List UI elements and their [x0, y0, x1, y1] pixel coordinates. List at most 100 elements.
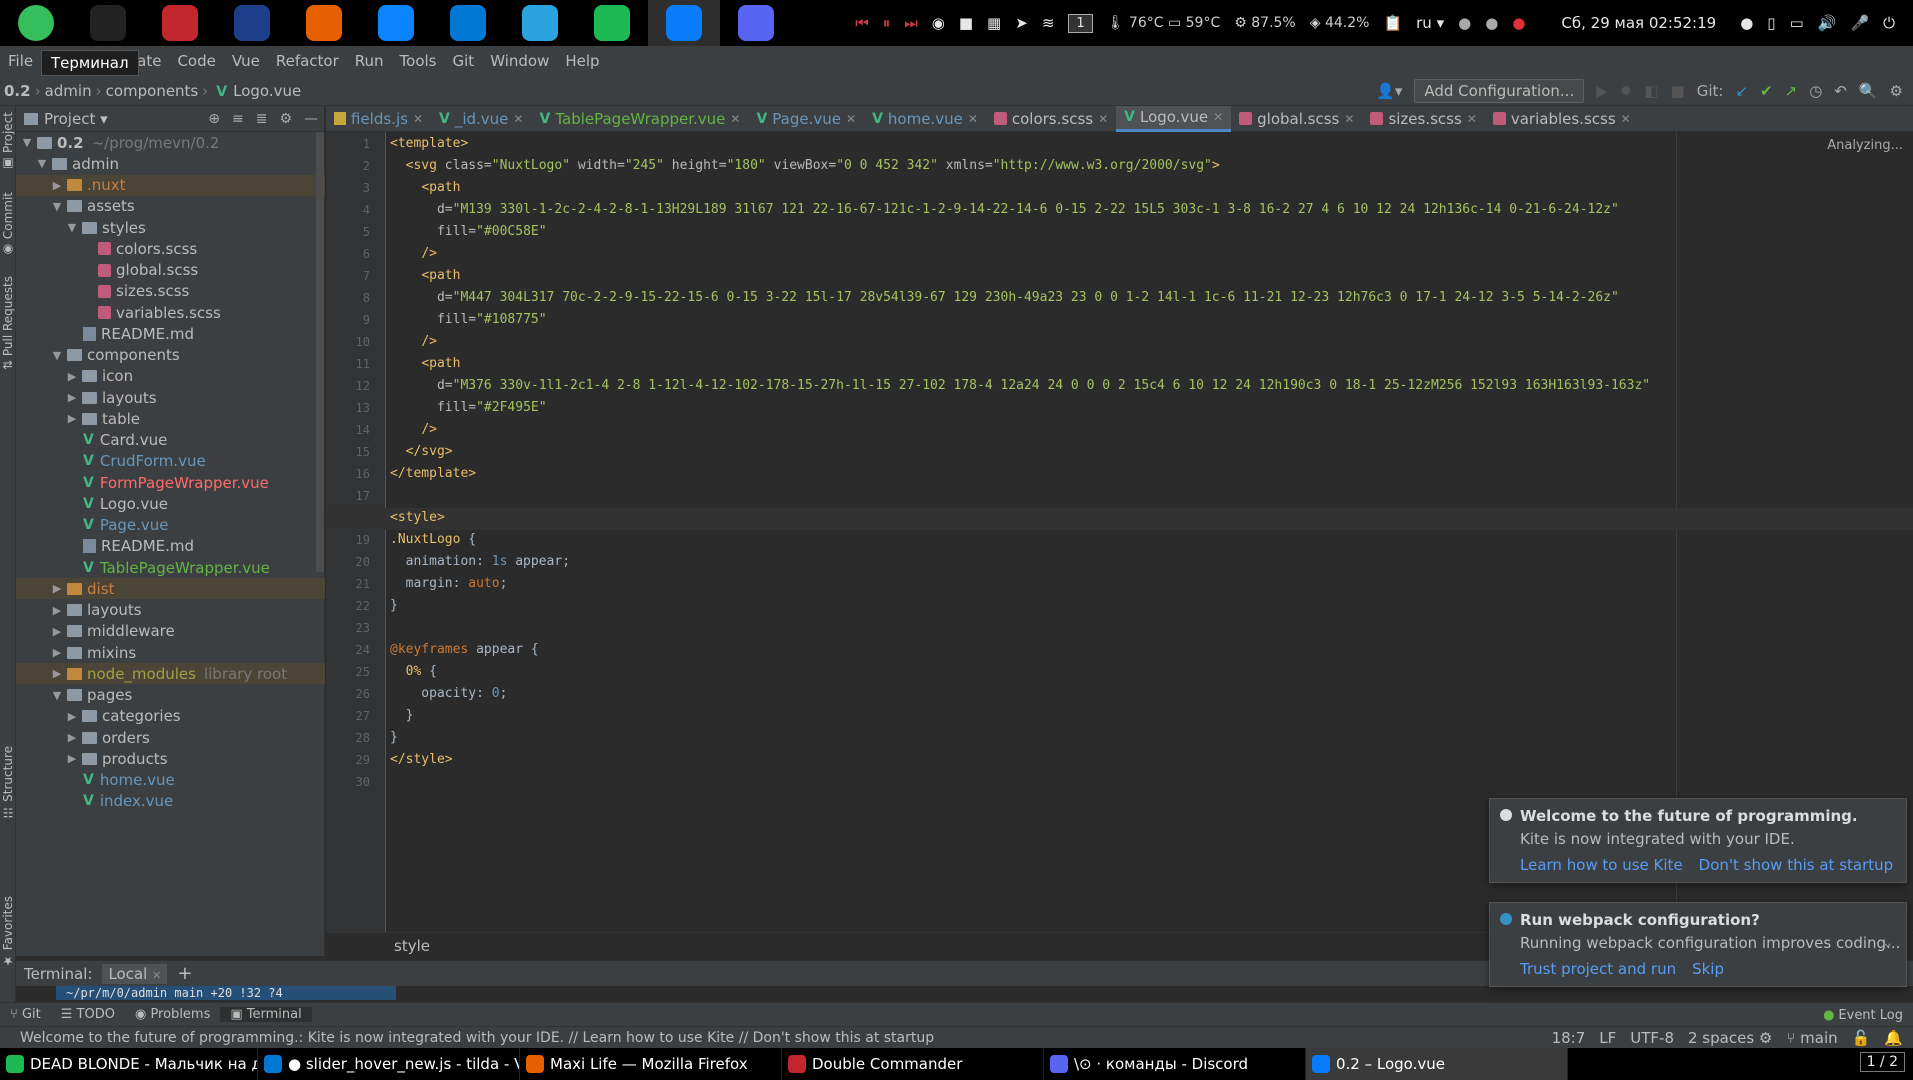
tree-file[interactable]: V FormPageWrapper.vue	[16, 472, 325, 493]
code-line[interactable]: fill="#2F495E"	[390, 400, 547, 415]
git-branch[interactable]: ⑂ main	[1786, 1029, 1837, 1047]
tree-folder[interactable]: ▼ 0.2 ~/prog/mevn/0.2	[16, 132, 325, 153]
telegram-tray-icon[interactable]: ➤	[1015, 14, 1028, 32]
close-icon[interactable]: ✕	[1098, 112, 1108, 126]
menu-vue[interactable]: Vue	[224, 52, 268, 70]
media-prev-icon[interactable]: ⏮	[855, 14, 869, 32]
code-line[interactable]: </template>	[390, 466, 476, 481]
tree-file[interactable]: V Page.vue	[16, 515, 325, 536]
breadcrumb-components[interactable]: components	[102, 82, 203, 100]
chevron-right-icon[interactable]: ▶	[50, 179, 64, 192]
launcher-discord[interactable]	[720, 0, 792, 46]
code-line[interactable]: }	[390, 708, 414, 723]
code-line[interactable]: d="M376 330v-1l1-2c1-4 2-8 1-12l-4-12-10…	[390, 378, 1650, 393]
tree-folder[interactable]: ▶ layouts	[16, 600, 325, 621]
close-icon[interactable]: ✕	[413, 112, 423, 126]
tree-folder[interactable]: ▶ middleware	[16, 621, 325, 642]
chevron-down-icon[interactable]: ⌄	[1881, 933, 1894, 951]
tree-file[interactable]: README.md	[16, 536, 325, 557]
tree-folder[interactable]: ▼ components	[16, 345, 325, 366]
tree-file[interactable]: V TablePageWrapper.vue	[16, 557, 325, 578]
tree-folder[interactable]: ▶ node_modules library root	[16, 663, 325, 685]
close-icon[interactable]: ✕	[1467, 112, 1477, 126]
chevron-down-icon[interactable]: ▼	[35, 157, 49, 170]
workspace-indicator[interactable]: 1	[1068, 13, 1093, 33]
chevron-right-icon[interactable]: ▶	[50, 604, 64, 617]
chevron-down-icon[interactable]: ▼	[50, 689, 64, 702]
tray-app-icon[interactable]: ▦	[987, 14, 1001, 32]
tool-tab-terminal[interactable]: ▣ Terminal	[220, 1007, 312, 1022]
minimize-window-icon[interactable]: ●	[1458, 14, 1471, 32]
locate-icon[interactable]: ⊕	[208, 111, 220, 127]
notification-action-link[interactable]: Don't show this at startup	[1699, 856, 1894, 874]
menu-code[interactable]: Code	[169, 52, 223, 70]
tool-tab-problems[interactable]: ◉ Problems	[125, 1007, 220, 1022]
rollback-icon[interactable]: ↶	[1834, 82, 1847, 100]
line-separator[interactable]: LF	[1599, 1029, 1616, 1047]
menu-file[interactable]: File	[0, 52, 41, 70]
taskbar-item[interactable]: \⊙ · команды - Discord	[1044, 1048, 1306, 1080]
tree-folder[interactable]: ▼ admin	[16, 153, 325, 174]
code-line[interactable]: <path	[390, 356, 460, 371]
tree-file[interactable]: variables.scss	[16, 302, 325, 323]
chevron-right-icon[interactable]: ▶	[65, 412, 79, 425]
datetime[interactable]: Сб, 29 мая 02:52:19	[1561, 14, 1716, 32]
notification-action-link[interactable]: Trust project and run	[1520, 960, 1676, 978]
chevron-right-icon[interactable]: ▶	[65, 391, 79, 404]
menu-git[interactable]: Git	[445, 52, 483, 70]
tree-folder[interactable]: ▶ dist	[16, 578, 325, 600]
chevron-right-icon[interactable]: ▶	[65, 731, 79, 744]
tree-folder[interactable]: ▼ styles	[16, 217, 325, 238]
editor-tab[interactable]: V _id.vue ✕	[431, 106, 531, 132]
editor-tab[interactable]: V Page.vue ✕	[748, 106, 864, 132]
close-icon[interactable]: ✕	[1621, 112, 1631, 126]
code-line[interactable]: 0% {	[390, 664, 437, 679]
launcher-spotify[interactable]	[576, 0, 648, 46]
editor-tab[interactable]: fields.js ✕	[326, 106, 431, 132]
tree-file[interactable]: V Card.vue	[16, 430, 325, 451]
taskbar-item[interactable]: Double Commander	[782, 1048, 1044, 1080]
tree-file[interactable]: global.scss	[16, 260, 325, 281]
launcher-vscode[interactable]	[432, 0, 504, 46]
tree-file[interactable]: colors.scss	[16, 238, 325, 259]
search-icon[interactable]: 🔍	[1859, 82, 1878, 100]
editor-tab[interactable]: variables.scss ✕	[1485, 106, 1639, 132]
code-line[interactable]: animation: 1s appear;	[390, 554, 570, 569]
chevron-down-icon[interactable]: ▼	[50, 200, 64, 213]
code-line[interactable]: opacity: 0;	[390, 686, 507, 701]
close-icon[interactable]: ✕	[730, 112, 740, 126]
editor-tab[interactable]: global.scss ✕	[1231, 106, 1362, 132]
editor-tab[interactable]: V TablePageWrapper.vue ✕	[531, 106, 748, 132]
tree-file[interactable]: V Logo.vue	[16, 493, 325, 514]
status-message[interactable]: Welcome to the future of programming.: K…	[20, 1030, 934, 1046]
tree-folder[interactable]: ▼ assets	[16, 196, 325, 217]
close-window-icon[interactable]: ●	[1512, 14, 1525, 32]
coverage-icon[interactable]: ◧	[1644, 82, 1658, 100]
launcher-terminal[interactable]	[72, 0, 144, 46]
expand-all-icon[interactable]: ≡	[232, 111, 244, 127]
code-line[interactable]: <path	[390, 268, 460, 283]
maximize-window-icon[interactable]: ●	[1485, 14, 1498, 32]
taskbar-item[interactable]: Maxi Life — Mozilla Firefox	[520, 1048, 782, 1080]
menu-tools[interactable]: Tools	[392, 52, 445, 70]
breadcrumb-file[interactable]: V Logo.vue	[208, 82, 305, 100]
code-line[interactable]: <path	[390, 180, 460, 195]
git-commit-icon[interactable]: ✔	[1760, 82, 1773, 100]
terminal-tab-local[interactable]: Local ✕	[102, 963, 168, 984]
media-pause-icon[interactable]: ⏸	[883, 14, 891, 32]
hide-panel-icon[interactable]: —	[304, 111, 318, 127]
user-icon[interactable]: 👤▾	[1376, 82, 1402, 100]
chevron-down-icon[interactable]: ▼	[50, 349, 64, 362]
code-line[interactable]: <svg class="NuxtLogo" width="245" height…	[390, 158, 1220, 173]
taskbar-item[interactable]: DEAD BLONDE - Мальчик на де...	[0, 1048, 258, 1080]
code-line[interactable]: />	[390, 246, 437, 261]
launcher-manjaro[interactable]	[0, 0, 72, 46]
close-icon[interactable]: ✕	[1213, 110, 1223, 124]
code-line[interactable]: }	[390, 730, 398, 745]
breadcrumb-admin[interactable]: admin	[41, 82, 96, 100]
code-line[interactable]: margin: auto;	[390, 576, 508, 591]
close-icon[interactable]: ✕	[513, 112, 523, 126]
breadcrumb-root[interactable]: 0.2	[0, 82, 35, 100]
editor-tab[interactable]: colors.scss ✕	[986, 106, 1116, 132]
close-icon[interactable]: ✕	[152, 969, 161, 982]
